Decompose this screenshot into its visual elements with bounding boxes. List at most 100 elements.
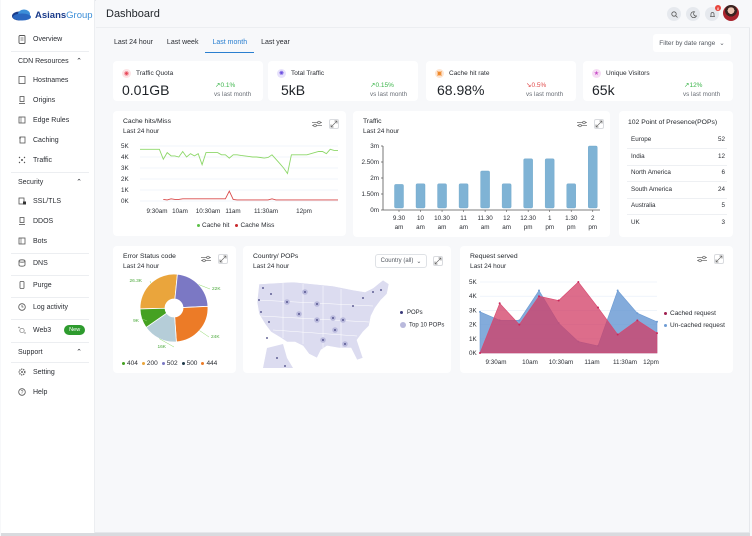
- expand-button[interactable]: [433, 256, 443, 266]
- legend-item-502[interactable]: 502: [161, 360, 178, 367]
- panel-subtitle: Last 24 hour: [123, 128, 160, 135]
- sidebar-item-edge-rules[interactable]: Edge Rules: [18, 116, 69, 124]
- stat-comparison: vs last month: [526, 91, 564, 98]
- legend-item-cache-miss[interactable]: Cache Miss: [235, 222, 274, 229]
- y-tick-label: 3K: [121, 165, 130, 172]
- error-status-panel: Error Status code Last 24 hour 26.3K 22K 2…: [113, 246, 236, 373]
- pop-row: North America 6: [631, 169, 725, 176]
- filter-by-date-range-dropdown[interactable]: Filter by date range ⌄: [653, 34, 731, 52]
- legend-item-cached-request[interactable]: Cached request: [664, 310, 725, 317]
- sidebar-item-web3[interactable]: Web3 New: [18, 325, 86, 335]
- pop-row: South America 24: [631, 186, 725, 193]
- filter-settings-button[interactable]: [697, 254, 707, 264]
- sidebar-item-label: SSL/TLS: [33, 197, 62, 205]
- divider: [627, 148, 727, 149]
- pop-region: South America: [631, 185, 672, 193]
- y-tick-label: 3m: [370, 143, 379, 150]
- expand-icon: [219, 255, 227, 263]
- sidebar-item-help[interactable]: ? Help: [18, 388, 47, 396]
- panel-title: Traffic: [363, 118, 382, 125]
- top10-pop-marker-center: [298, 313, 300, 315]
- data-point: [518, 323, 521, 326]
- tab-last-week[interactable]: Last week: [160, 36, 206, 53]
- tab-last-year[interactable]: Last year: [254, 36, 297, 53]
- quota-icon: ◉: [122, 69, 131, 78]
- bar: [566, 183, 576, 209]
- sliders-icon: [201, 255, 211, 263]
- sidebar-item-label: DNS: [33, 259, 48, 267]
- sidebar-item-setting[interactable]: Setting: [18, 368, 55, 376]
- pop-region: India: [631, 152, 645, 160]
- sidebar-item-label: Origins: [33, 96, 56, 104]
- legend-item-404[interactable]: 404: [122, 360, 138, 367]
- stat-card-total-traffic: ✺ Total Traffic 5kB ↗0.15% vs last month: [268, 61, 418, 101]
- divider: [11, 297, 89, 298]
- divider: [11, 253, 89, 254]
- notification-count-badge: 8: [715, 5, 721, 11]
- legend-item-200[interactable]: 200: [141, 360, 158, 367]
- y-tick-label: 1K: [121, 187, 130, 194]
- sidebar-item-label: Setting: [33, 368, 55, 376]
- pop-row: UK 3: [631, 219, 725, 226]
- legend-item-444[interactable]: 444: [201, 360, 217, 367]
- sidebar-item-traffic[interactable]: Traffic: [18, 156, 52, 164]
- sidebar-section-support[interactable]: Support ⌃: [18, 348, 82, 357]
- x-tick-label: 11:30am: [254, 208, 278, 215]
- expand-button[interactable]: [714, 254, 724, 264]
- panel-title: Request served: [470, 253, 518, 260]
- legend-item-cache-hit[interactable]: Cache hit: [197, 222, 229, 229]
- y-tick-label: 0m: [370, 207, 379, 214]
- request-served-area-chart: 0K 1K 2K 3K 4K 5K 9:30am 10am 10:30am 11am 11:30am…: [469, 279, 659, 366]
- y-tick-label: 0K: [469, 350, 478, 357]
- brand-logo[interactable]: AsiansGroup: [11, 9, 93, 21]
- filter-settings-button[interactable]: [577, 119, 587, 129]
- expand-button[interactable]: [329, 119, 339, 129]
- sidebar-item-label: Edge Rules: [33, 116, 70, 124]
- panel-subtitle: Last 24 hour: [470, 263, 507, 270]
- sidebar-item-bots[interactable]: Bots: [18, 237, 47, 245]
- expand-button[interactable]: [594, 119, 604, 129]
- theme-toggle-button[interactable]: [686, 7, 700, 21]
- divider: [627, 214, 727, 215]
- stat-title: Total Traffic: [291, 70, 325, 77]
- x-tick-label: pm: [545, 224, 554, 231]
- expand-button[interactable]: [218, 254, 228, 264]
- sidebar-section-cdn-resources[interactable]: CDN Resources ⌃: [18, 57, 82, 66]
- user-avatar[interactable]: [723, 5, 739, 21]
- sidebar-item-purge[interactable]: Purge: [18, 281, 52, 289]
- stat-comparison: vs last month: [214, 91, 252, 98]
- sidebar-item-log-activity[interactable]: Log activity: [18, 303, 68, 311]
- sidebar-item-origins[interactable]: Origins: [18, 96, 55, 104]
- sidebar-section-security[interactable]: Security ⌃: [18, 178, 82, 187]
- filter-settings-button[interactable]: [201, 254, 211, 264]
- search-button[interactable]: [667, 7, 681, 21]
- sidebar-item-dns[interactable]: DNS: [18, 259, 48, 267]
- sliders-icon: [312, 120, 322, 128]
- notifications-button[interactable]: 8: [705, 5, 721, 21]
- sidebar-item-label: Purge: [33, 281, 52, 289]
- expand-icon: [595, 120, 603, 128]
- y-tick-label: 2K: [469, 322, 478, 329]
- x-tick-label: 10.30: [434, 215, 450, 222]
- x-tick-label: am: [459, 224, 468, 231]
- sidebar-item-ddos[interactable]: DDOS: [18, 217, 53, 225]
- legend-item-500[interactable]: 500: [181, 360, 197, 367]
- x-tick-label: pm: [588, 224, 597, 231]
- svg-text:?: ?: [21, 390, 24, 396]
- y-tick-label: 5K: [121, 143, 130, 150]
- y-tick-label: 2K: [121, 176, 130, 183]
- tab-last-month[interactable]: Last month: [205, 36, 255, 53]
- sidebar-item-overview[interactable]: Overview: [18, 34, 62, 44]
- cache-icon: ▣: [435, 69, 444, 78]
- sidebar-item-label: DDOS: [33, 217, 54, 225]
- bookmark-icon: [18, 76, 26, 84]
- legend-item-uncached-request[interactable]: Un-cached request: [664, 322, 725, 329]
- sidebar-item-hostnames[interactable]: Hostnames: [18, 76, 68, 84]
- tab-last-24-hour[interactable]: Last 24 hour: [107, 36, 160, 53]
- sidebar-item-ssl-tls[interactable]: SSL/TLS: [18, 197, 61, 205]
- data-point: [479, 352, 481, 354]
- y-tick-label: 5K: [469, 279, 478, 286]
- sidebar-item-caching[interactable]: Caching: [18, 136, 59, 144]
- country-select[interactable]: Country (all) ⌄: [375, 254, 427, 268]
- filter-settings-button[interactable]: [312, 119, 322, 129]
